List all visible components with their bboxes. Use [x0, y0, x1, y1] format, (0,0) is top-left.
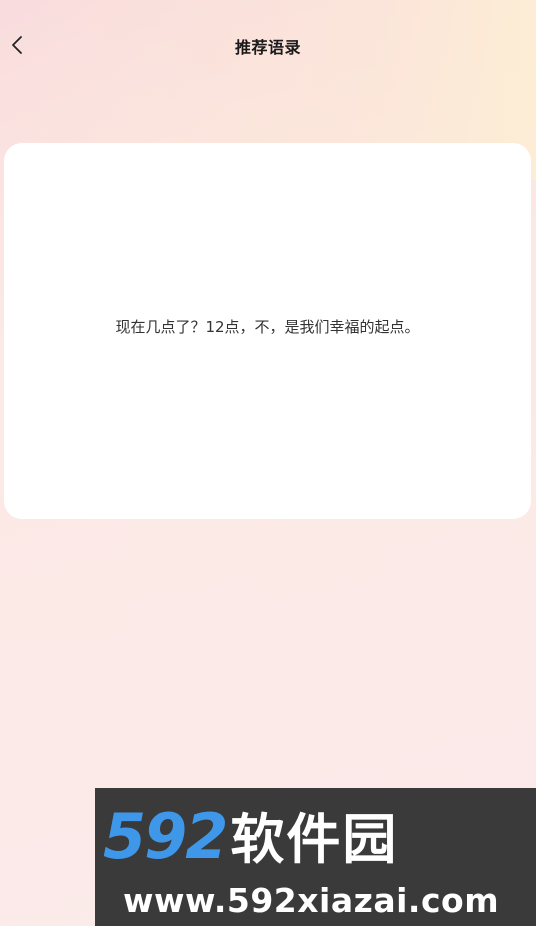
navigation-bar: 推荐语录	[0, 20, 536, 70]
watermark-number: 592	[103, 800, 228, 873]
page-title: 推荐语录	[234, 38, 301, 57]
quote-text: 现在几点了？12点，不，是我们幸福的起点。	[115, 317, 420, 336]
watermark-url: www.592xiazai.com	[123, 881, 500, 920]
watermark-logo: 592软件园 www.592xiazai.com	[95, 788, 536, 926]
quote-card: 现在几点了？12点，不，是我们幸福的起点。	[4, 143, 531, 519]
watermark-name: 软件园	[230, 808, 399, 871]
